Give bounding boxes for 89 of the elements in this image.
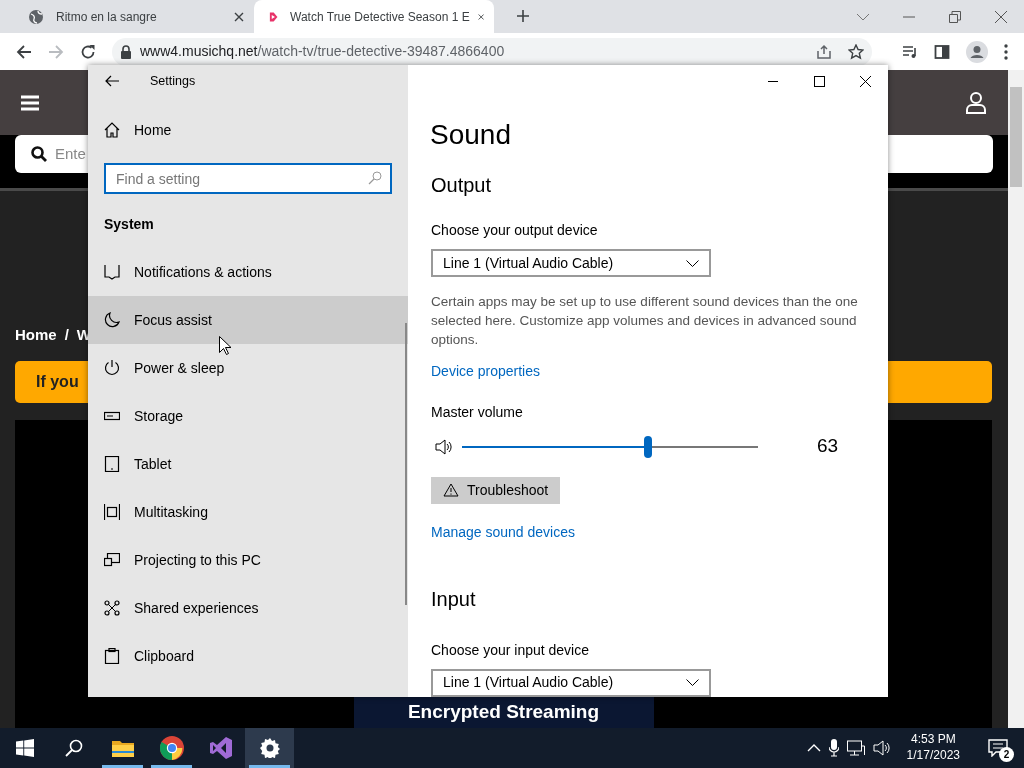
section-heading: Input <box>431 587 477 612</box>
folder-icon <box>111 739 134 757</box>
nav-item[interactable]: Focus assist <box>88 296 408 344</box>
share-icon[interactable] <box>816 43 832 60</box>
troubleshoot-button[interactable]: Troubleshoot <box>431 476 561 504</box>
settings-taskbar-button[interactable] <box>245 728 294 768</box>
profile-icon[interactable] <box>966 40 988 63</box>
back-icon[interactable] <box>16 43 32 60</box>
page-scrollbar[interactable] <box>1008 70 1024 728</box>
breadcrumb-link[interactable]: Home <box>15 324 57 347</box>
back-icon <box>105 75 119 87</box>
chevron-up-icon[interactable] <box>806 744 821 752</box>
section-heading: Output <box>431 173 493 199</box>
browser-tab[interactable]: Ritmo en la sangre <box>14 0 254 33</box>
nav-item[interactable]: Projecting to this PC <box>88 536 408 584</box>
manage-devices-link[interactable]: Manage sound devices <box>431 521 575 543</box>
cursor-icon <box>219 336 231 355</box>
infinity-logo-icon <box>208 736 233 760</box>
maximize-icon <box>813 75 825 87</box>
home-nav-item[interactable]: Home <box>88 106 408 154</box>
forward-icon <box>48 43 64 60</box>
network-icon[interactable] <box>846 740 865 756</box>
nav-item[interactable]: Notifications & actions <box>88 248 408 296</box>
field-label: Choose your input device <box>431 641 590 660</box>
storage-icon <box>104 411 120 421</box>
window-title: Settings <box>150 72 196 90</box>
page-title: Sound <box>430 118 512 153</box>
windows-logo-icon <box>15 739 34 757</box>
notification-icon <box>104 264 120 280</box>
url-text: www4.musichq.net/watch-tv/true-detective-39487.4866400 <box>140 42 505 61</box>
browser-tab[interactable]: Watch True Detective Season 1 E <box>254 0 494 33</box>
message-icon <box>988 739 1008 757</box>
projector-icon <box>104 553 120 567</box>
slider-thumb[interactable] <box>644 435 653 458</box>
volume-reading: 63 <box>817 434 839 459</box>
device-dropdown[interactable]: Line 1 (Virtual Audio Cable) <box>431 669 711 697</box>
search-icon <box>64 739 83 757</box>
chrome-icon <box>159 736 184 760</box>
restore-icon[interactable] <box>949 10 961 23</box>
nav-item[interactable]: Tablet <box>88 440 408 488</box>
description-text: Certain apps may be set up to use different sound devices than the one selected here. Customize app volumes and devices in advanced sound options. <box>431 293 859 350</box>
search-field[interactable]: Find a setting <box>104 163 392 194</box>
power-icon <box>104 360 120 376</box>
multitasking-icon <box>104 504 120 520</box>
minimize-icon <box>768 80 778 82</box>
close-icon[interactable] <box>477 11 484 22</box>
chevron-down-icon[interactable] <box>856 12 870 21</box>
nav-item[interactable]: Clipboard <box>88 632 408 680</box>
lock-icon <box>120 44 132 59</box>
speaker-icon[interactable] <box>872 740 891 756</box>
search-icon <box>31 146 47 162</box>
tablet-icon <box>104 456 120 472</box>
globe-icon <box>28 8 44 25</box>
field-label: Choose your output device <box>431 221 599 241</box>
notification-center-button[interactable]: 2 <box>976 728 1020 768</box>
menu-icon[interactable] <box>21 94 39 111</box>
new-tab-icon[interactable] <box>516 9 530 23</box>
search-icon <box>368 171 382 185</box>
side-panel-icon[interactable] <box>934 43 950 60</box>
chevron-down-icon <box>686 259 699 267</box>
clock[interactable]: 4:53 PM 1/17/2023 <box>898 732 968 764</box>
promo-text: Encrypted Streaming <box>353 697 654 728</box>
gear-icon <box>259 738 280 758</box>
close-icon <box>859 75 871 87</box>
device-dropdown[interactable]: Line 1 (Virtual Audio Cable) <box>431 249 711 278</box>
breadcrumb-separator: / <box>64 325 69 345</box>
moon-icon <box>104 312 120 328</box>
more-icon[interactable] <box>1004 43 1008 60</box>
home-icon <box>104 122 120 138</box>
nav-item[interactable]: Shared experiences <box>88 584 408 632</box>
media-list-icon[interactable] <box>902 43 918 60</box>
user-icon[interactable] <box>966 91 986 114</box>
reload-icon[interactable] <box>80 43 96 60</box>
device-properties-link[interactable]: Device properties <box>431 361 540 383</box>
address-bar[interactable]: www4.musichq.net/watch-tv/true-detective-39487.4866400 <box>112 37 872 66</box>
scrollbar[interactable] <box>405 323 407 605</box>
notification-count: 2 <box>999 747 1014 762</box>
clipboard-icon <box>104 648 120 664</box>
section-heading: System <box>103 215 155 234</box>
nav-item[interactable]: Multitasking <box>88 488 408 536</box>
chevron-down-icon <box>686 679 699 687</box>
star-icon[interactable] <box>848 43 864 60</box>
microphone-icon[interactable] <box>828 739 839 757</box>
speaker-icon[interactable] <box>435 438 453 455</box>
share-nodes-icon <box>104 600 120 616</box>
warning-icon <box>443 483 459 498</box>
close-icon[interactable] <box>995 10 1007 23</box>
field-label: Master volume <box>431 403 524 423</box>
close-icon[interactable] <box>234 11 244 22</box>
